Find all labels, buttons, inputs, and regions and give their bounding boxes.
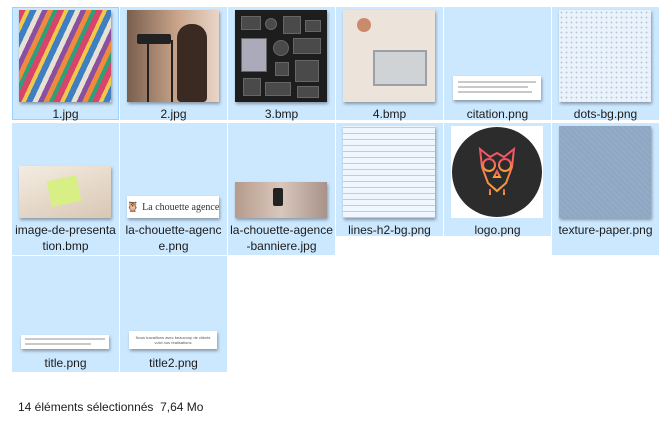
file-name: title2.png — [149, 356, 198, 370]
file-name: la-chouette-agence-banniere.jpg — [230, 223, 333, 253]
file-item-title2-png[interactable]: Nous travaillons avec beaucoup de client… — [120, 256, 227, 372]
file-name: 1.jpg — [52, 107, 79, 121]
tripod-shape — [147, 40, 173, 102]
banner-thumbnail — [235, 182, 327, 218]
texture-thumbnail — [559, 126, 651, 218]
title2-thumbnail: Nous travaillons avec beaucoup de client… — [129, 331, 217, 349]
thumbnail — [127, 10, 219, 102]
camera-thumbnail — [127, 10, 219, 102]
thumbnail-text: Nous travaillons avec beaucoup de client… — [135, 335, 211, 345]
file-name: logo.png — [474, 223, 521, 237]
thumbnail — [343, 10, 435, 102]
laptop-shape — [373, 50, 427, 86]
owl-logo-thumbnail — [451, 126, 543, 218]
file-item-title-png[interactable]: title.png — [12, 256, 119, 372]
file-item-dots-bg-png[interactable]: dots-bg.png — [552, 7, 659, 121]
file-name: dots-bg.png — [573, 107, 638, 121]
thumbnail — [559, 10, 651, 102]
file-grid: 1.jpg 2.jpg 3.bmp 4.bmp citation.png dot… — [12, 7, 662, 372]
paper-shape — [46, 175, 82, 207]
camera-shape — [137, 34, 171, 44]
file-item-la-chouette-agence-banniere-jpg[interactable]: la-chouette-agence-banniere.jpg — [228, 123, 335, 255]
file-name: 4.bmp — [372, 107, 407, 121]
file-name: lines-h2-bg.png — [348, 223, 431, 237]
thumbnail: Nous travaillons avec beaucoup de client… — [127, 259, 219, 351]
file-name: image-de-presentation.bmp — [15, 223, 116, 253]
selection-count: 14 éléments sélectionnés — [18, 400, 154, 414]
logo-text-thumbnail: 🦉 La chouette agence — [127, 196, 219, 218]
file-item-texture-paper-png[interactable]: texture-paper.png — [552, 123, 659, 255]
file-item-4-bmp[interactable]: 4.bmp — [336, 7, 443, 121]
file-item-2-jpg[interactable]: 2.jpg — [120, 7, 227, 121]
status-bar: 14 éléments sélectionnés 7,64 Mo — [18, 400, 203, 414]
presentation-thumbnail — [19, 166, 111, 218]
thumbnail — [451, 10, 543, 102]
desk-thumbnail — [343, 10, 435, 102]
file-item-image-de-presentation-bmp[interactable]: image-de-presentation.bmp — [12, 123, 119, 255]
file-item-logo-png[interactable]: logo.png — [444, 123, 551, 237]
file-name: texture-paper.png — [558, 223, 653, 237]
tech-flatlay-thumbnail — [235, 10, 327, 102]
selection-size: 7,64 Mo — [160, 400, 204, 414]
magazines-thumbnail — [19, 10, 111, 102]
lines-thumbnail — [343, 126, 435, 218]
dots-thumbnail — [559, 10, 651, 102]
thumbnail — [559, 126, 651, 218]
owl-icon — [452, 127, 542, 217]
file-item-lines-h2-bg-png[interactable]: lines-h2-bg.png — [336, 123, 443, 237]
thumbnail — [235, 126, 327, 218]
file-name: citation.png — [466, 107, 529, 121]
owl-icon: 🦉 — [127, 201, 140, 213]
title-thumbnail — [21, 335, 109, 349]
thumbnail — [451, 126, 543, 218]
file-name: title.png — [44, 356, 87, 370]
file-name: la-chouette-agence.png — [125, 223, 222, 253]
quote-thumbnail — [453, 76, 541, 100]
file-item-la-chouette-agence-png[interactable]: 🦉 La chouette agence la-chouette-agence.p… — [120, 123, 227, 255]
thumbnail — [19, 10, 111, 102]
thumbnail-text: La chouette agence — [142, 201, 219, 213]
file-item-1-jpg[interactable]: 1.jpg — [12, 7, 119, 121]
thumbnail — [19, 126, 111, 218]
file-name: 3.bmp — [264, 107, 299, 121]
thumbnail — [343, 126, 435, 218]
cup-shape — [357, 18, 371, 32]
thumbnail: 🦉 La chouette agence — [127, 126, 219, 218]
file-item-3-bmp[interactable]: 3.bmp — [228, 7, 335, 121]
thumbnail — [19, 259, 111, 351]
person-shape — [177, 24, 207, 102]
file-name: 2.jpg — [160, 107, 187, 121]
thumbnail — [235, 10, 327, 102]
phone-shape — [273, 188, 283, 206]
file-item-citation-png[interactable]: citation.png — [444, 7, 551, 121]
